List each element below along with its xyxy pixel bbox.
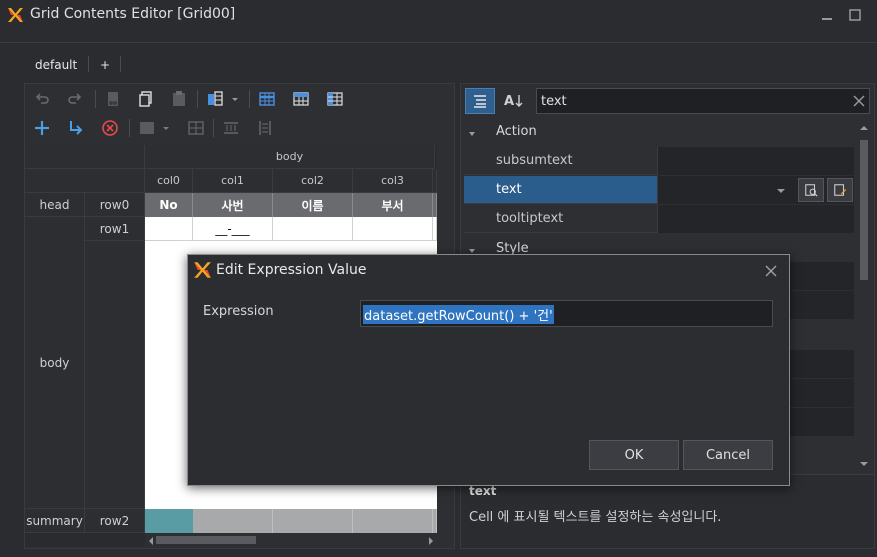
delete-icon[interactable] [100, 118, 120, 138]
merge-cell-icon[interactable] [137, 118, 157, 138]
scrollbar-thumb[interactable] [156, 536, 256, 544]
summary-cell-selected[interactable] [145, 509, 193, 533]
scroll-down-icon[interactable] [859, 457, 869, 466]
tab-divider [120, 56, 121, 72]
category-list-icon [474, 95, 486, 108]
category-action[interactable]: Action [464, 119, 854, 145]
scrollbar-thumb[interactable] [860, 140, 868, 280]
body-cell[interactable] [353, 217, 433, 241]
category-view-button[interactable] [465, 88, 495, 114]
clear-search-icon[interactable] [851, 93, 867, 109]
column-header[interactable]: col3 [353, 169, 433, 193]
scroll-right-icon[interactable] [427, 535, 435, 545]
row-label-empty [85, 241, 145, 509]
body-cell[interactable] [145, 217, 193, 241]
body-cell[interactable] [273, 217, 353, 241]
svg-text:A: A [504, 94, 514, 109]
dropdown-chevron-icon[interactable] [770, 180, 792, 202]
row-label: row1 [85, 217, 145, 241]
expression-input[interactable]: dataset.getRowCount() + '건' [360, 300, 773, 327]
tab-default[interactable]: default [35, 58, 77, 74]
property-row-text[interactable]: text [464, 176, 854, 204]
summary-cell[interactable] [273, 509, 353, 533]
collapse-arrow-icon[interactable] [468, 127, 476, 136]
band-label-body: body [25, 217, 85, 509]
edit-expression-dialog: Edit Expression Value Expression dataset… [187, 254, 790, 486]
column-width-icon[interactable] [255, 118, 275, 138]
column-header[interactable]: col0 [145, 169, 193, 193]
grid-header-icon[interactable] [291, 89, 311, 109]
insert-row-icon[interactable] [65, 118, 85, 138]
chevron-down-icon[interactable] [229, 89, 241, 109]
grid-corner [25, 169, 145, 193]
body-cell[interactable]: __-___ [193, 217, 273, 241]
body-cell [433, 217, 437, 241]
scroll-left-icon[interactable] [147, 535, 155, 545]
split-cell-icon[interactable] [186, 118, 206, 138]
close-icon[interactable] [764, 264, 778, 278]
app-logo-icon [192, 260, 212, 280]
grid-table-icon[interactable] [257, 89, 277, 109]
cut-icon[interactable] [103, 89, 123, 109]
expression-label: Expression [203, 304, 274, 319]
binding-button[interactable] [798, 178, 824, 202]
add-tab-button[interactable]: + [100, 58, 110, 74]
format-layout-icon[interactable] [205, 89, 225, 109]
expression-value: dataset.getRowCount() + '건' [363, 305, 554, 324]
collapse-arrow-icon[interactable] [468, 244, 476, 253]
sort-alpha-icon[interactable]: A [500, 88, 528, 114]
add-icon[interactable] [32, 118, 52, 138]
maximize-icon[interactable] [848, 8, 862, 22]
row-label: row0 [85, 193, 145, 217]
redo-icon[interactable] [65, 89, 85, 109]
tab-divider [88, 56, 89, 72]
top-divider [0, 42, 877, 43]
chevron-down-icon[interactable] [160, 118, 172, 138]
undo-icon[interactable] [32, 89, 52, 109]
summary-cell [433, 509, 437, 533]
summary-cell[interactable] [193, 509, 273, 533]
row-label: row2 [85, 509, 145, 533]
property-row-tooltiptext[interactable]: tooltiptext [464, 205, 854, 233]
band-header-body: body [145, 145, 435, 169]
column-header[interactable]: col2 [273, 169, 353, 193]
copy-icon[interactable] [136, 89, 156, 109]
summary-cell[interactable] [353, 509, 433, 533]
description-text: Cell 에 표시될 텍스트를 설정하는 속성입니다. [469, 510, 722, 525]
grid-corner [25, 145, 145, 169]
binding-icon [805, 184, 818, 197]
column-header [433, 169, 437, 193]
edit-expression-icon [834, 184, 847, 196]
dialog-title: Edit Expression Value [216, 262, 367, 278]
band-label-summary: summary [25, 509, 85, 533]
head-cell[interactable]: 이름 [273, 193, 353, 217]
property-search-input[interactable]: text [536, 88, 870, 114]
row-height-icon[interactable] [221, 118, 241, 138]
description-title: text [469, 484, 497, 498]
minimize-icon[interactable] [820, 8, 834, 22]
column-header[interactable]: col1 [193, 169, 273, 193]
head-cell [433, 193, 437, 217]
ok-button[interactable]: OK [589, 440, 679, 470]
head-cell[interactable]: No [145, 193, 193, 217]
band-label-head: head [25, 193, 85, 217]
app-logo-icon [6, 6, 24, 24]
head-cell[interactable]: 사번 [193, 193, 273, 217]
property-row-subsumtext[interactable]: subsumtext [464, 147, 854, 175]
grid-column-icon[interactable] [325, 89, 345, 109]
paste-icon[interactable] [169, 89, 189, 109]
scroll-up-icon[interactable] [859, 121, 869, 130]
expression-button[interactable] [827, 178, 853, 202]
head-cell[interactable]: 부서 [353, 193, 433, 217]
window-title: Grid Contents Editor [Grid00] [30, 6, 236, 22]
cancel-button[interactable]: Cancel [683, 440, 773, 470]
search-value: text [541, 94, 567, 109]
